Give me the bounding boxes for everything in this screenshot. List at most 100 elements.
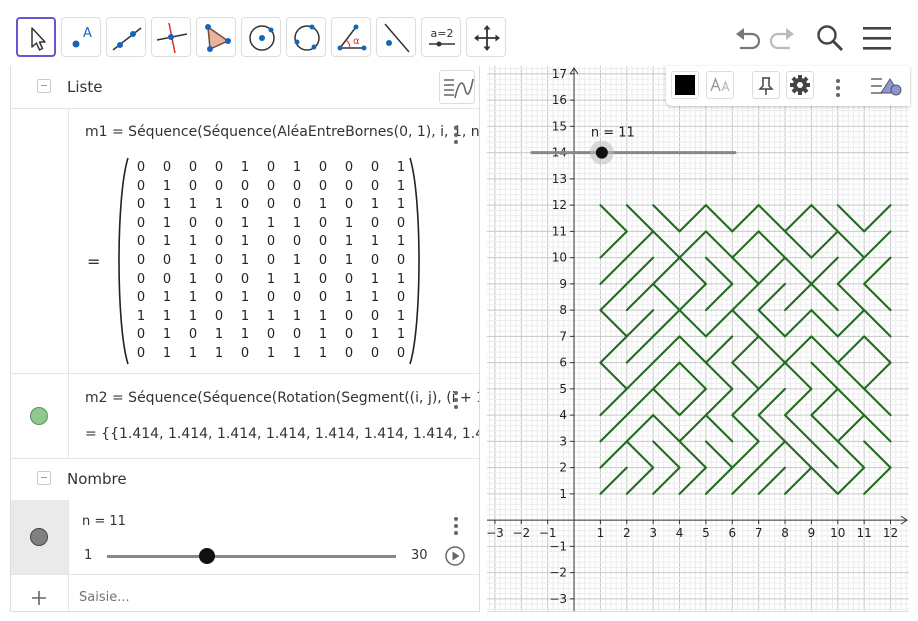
tool-circle[interactable] (241, 17, 281, 57)
tool-perpendicular[interactable] (151, 17, 191, 57)
n-slider-thumb[interactable] (198, 548, 215, 564)
undo-button[interactable] (726, 18, 766, 58)
graph-toggle-button[interactable] (439, 70, 475, 104)
matrix-cell: 1 (214, 197, 224, 213)
graphics-style-bar (666, 66, 910, 106)
settings-button[interactable] (786, 71, 814, 99)
n-definition[interactable]: n = 11 (82, 514, 126, 529)
algebra-item-m1[interactable]: m1 = Séquence(Séquence(AléaEntreBornes(0… (11, 108, 479, 374)
tool-angle[interactable]: α (331, 17, 371, 57)
tool-move[interactable] (16, 17, 56, 57)
style-bar-more-icon[interactable] (836, 79, 840, 100)
x-tick-label: −3 (487, 526, 504, 540)
x-tick-label: 8 (781, 526, 789, 540)
matrix-cell: 1 (396, 234, 406, 250)
maze-segment (784, 387, 813, 417)
maze-segment (863, 440, 892, 469)
maze-segment (625, 230, 655, 259)
collapse-icon[interactable] (37, 79, 51, 93)
x-tick-label: 12 (883, 526, 898, 540)
matrix-cell: 0 (318, 178, 328, 194)
matrix-cell: 1 (318, 327, 328, 343)
color-button[interactable] (671, 71, 699, 99)
matrix-cell: 0 (214, 160, 224, 175)
matrix-cell: 0 (136, 160, 146, 175)
algebra-item-m2[interactable]: m2 = Séquence(Séquence(Rotation(Segment(… (11, 373, 479, 459)
matrix-cell: 1 (396, 197, 406, 213)
tool-reflect[interactable] (376, 17, 416, 57)
maze-segment (652, 309, 681, 338)
m1-matrix: 0000101000101000000001011100010110100111… (131, 160, 411, 366)
m2-value: = {{1.414, 1.414, 1.414, 1.414, 1.414, 1… (85, 426, 479, 442)
input-row[interactable] (11, 574, 479, 611)
group-header-liste[interactable]: Liste (11, 66, 479, 109)
matrix-cell: 0 (370, 215, 380, 231)
gear-icon (790, 75, 810, 95)
x-tick-label: 1 (597, 526, 605, 540)
n-visibility-toggle[interactable] (30, 528, 48, 546)
m1-definition[interactable]: m1 = Séquence(Séquence(AléaEntreBornes(0… (85, 124, 479, 140)
matrix-cell: 0 (370, 308, 380, 324)
pin-button[interactable] (752, 71, 780, 99)
search-icon (817, 25, 844, 52)
play-animation-button[interactable] (444, 545, 466, 567)
matrix-cell: 1 (188, 234, 198, 250)
marble-area (11, 500, 69, 574)
algebra-view: Liste m1 = Séquence(Séquence(AléaEntreBo… (10, 66, 480, 612)
algebra-input[interactable] (79, 586, 459, 608)
tool-line[interactable] (106, 17, 146, 57)
maze-segment (836, 230, 866, 259)
text-style-button[interactable] (706, 71, 734, 99)
group-header-nombre[interactable]: Nombre (11, 458, 479, 501)
maze-segment (652, 414, 681, 443)
matrix-cell: 1 (370, 234, 380, 250)
maze-segment (652, 256, 681, 285)
maze-segment (678, 335, 707, 364)
matrix-cell: 1 (188, 271, 198, 287)
marble-area (11, 574, 69, 611)
m2-more-icon[interactable] (454, 391, 458, 412)
m1-more-icon[interactable] (454, 126, 458, 147)
redo-button[interactable] (764, 18, 804, 58)
maze-segment (625, 309, 655, 338)
m2-visibility-toggle[interactable] (30, 407, 48, 425)
m2-definition[interactable]: m2 = Séquence(Séquence(Rotation(Segment(… (85, 390, 479, 406)
maze-segment (784, 204, 813, 233)
matrix-cell: 0 (318, 271, 328, 287)
matrix-cell: 1 (162, 197, 172, 213)
graphics-slider-thumb[interactable] (595, 146, 608, 159)
circle-center-point-icon (249, 25, 275, 51)
matrix-cell: 1 (162, 346, 172, 361)
tool-slider[interactable]: a=2 (421, 17, 461, 57)
slider-icon: a=2 (429, 27, 455, 47)
matrix-cell: 0 (214, 290, 224, 306)
graphics-view[interactable]: −3 −2 −1 1 2 3 4 5 6 7 8 9 10 11 12 17 16 15 14 13 12 11 10 9 8 7… (487, 66, 909, 612)
maze-segment (678, 466, 707, 495)
x-tick-label: −1 (539, 526, 557, 540)
n-more-icon[interactable] (454, 517, 458, 538)
tool-polygon[interactable] (196, 17, 236, 57)
maze-segment (810, 256, 839, 285)
matrix-cell: 1 (162, 178, 172, 194)
style-bar-toggle-icon[interactable] (868, 72, 904, 100)
tool-move-graphics[interactable] (466, 17, 506, 57)
search-button[interactable] (810, 18, 850, 58)
main-menu-button[interactable] (857, 18, 897, 58)
matrix-cell: 1 (344, 253, 354, 268)
maze-segment (863, 256, 892, 285)
y-tick-label: −1 (549, 539, 567, 553)
algebra-item-n[interactable]: n = 11 1 30 (11, 500, 479, 575)
plus-icon[interactable] (31, 590, 47, 606)
n-slider-track[interactable] (107, 555, 396, 558)
tool-point[interactable]: A (61, 17, 101, 57)
collapse-icon[interactable] (37, 471, 51, 485)
matrix-cell: 0 (370, 178, 380, 194)
maze-segment (678, 414, 707, 443)
matrix-cell: 1 (240, 308, 250, 324)
matrix-cell: 0 (188, 160, 198, 175)
graphics-canvas[interactable]: −3 −2 −1 1 2 3 4 5 6 7 8 9 10 11 121716151413121110987… (487, 66, 909, 612)
x-tick-label: 2 (623, 526, 631, 540)
tool-circle-three-points[interactable] (286, 17, 326, 57)
maze-segment (599, 309, 628, 338)
x-tick-label: 6 (728, 526, 736, 540)
